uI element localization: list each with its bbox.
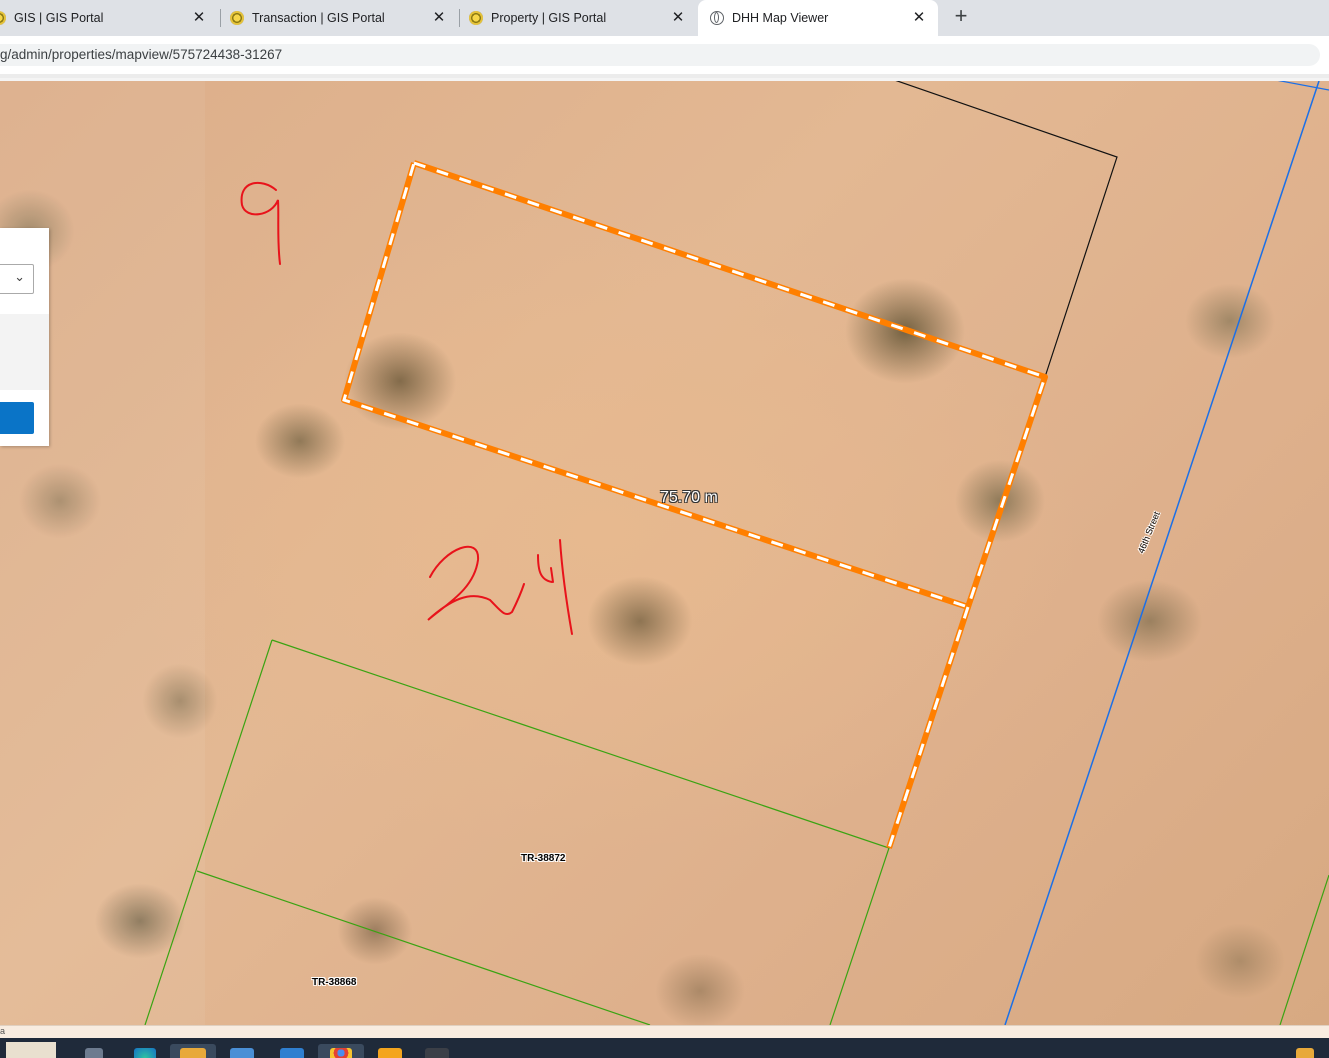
- file-explorer-icon[interactable]: [180, 1048, 206, 1058]
- task-view-icon[interactable]: [85, 1048, 103, 1058]
- apply-button[interactable]: [0, 402, 34, 434]
- parcel-boundary: [1279, 874, 1329, 1025]
- portal-logo-icon: [469, 11, 483, 25]
- parcel-label[interactable]: TR-38868: [312, 977, 356, 988]
- portal-logo-icon: [230, 11, 244, 25]
- annotation-twenty-four: [427, 545, 525, 621]
- portal-logo-icon: [0, 11, 6, 25]
- annotation-twenty-four: [537, 539, 573, 635]
- close-icon[interactable]: ✕: [910, 9, 928, 27]
- tab-dhh-map-viewer[interactable]: DHH Map Viewer ✕: [698, 0, 938, 36]
- parcel-boundary: [144, 639, 273, 1025]
- mail-icon[interactable]: [280, 1048, 304, 1058]
- globe-icon: [710, 11, 724, 25]
- tab-title: Transaction | GIS Portal: [252, 11, 385, 25]
- close-icon[interactable]: ✕: [190, 9, 208, 27]
- measurement-label: 75.70 m: [660, 489, 718, 506]
- tab-property[interactable]: Property | GIS Portal ✕: [469, 0, 697, 36]
- tab-title: DHH Map Viewer: [732, 11, 829, 25]
- firefox-icon[interactable]: [378, 1048, 402, 1058]
- street-line: [1004, 81, 1320, 1025]
- side-panel: ⌄: [0, 228, 49, 446]
- tab-title: Property | GIS Portal: [491, 11, 607, 25]
- parcel-boundary: [271, 639, 890, 1025]
- attribution-text: a: [0, 1026, 6, 1036]
- taskbar-thumbnail-icon[interactable]: [6, 1042, 56, 1058]
- layer-dropdown[interactable]: ⌄: [0, 264, 34, 294]
- annotation-nine: [240, 182, 281, 265]
- tab-divider: [459, 9, 460, 27]
- url-field[interactable]: g/admin/properties/mapview/575724438-312…: [0, 44, 1320, 66]
- street-line: [1277, 81, 1329, 91]
- map-attribution-bar: a: [0, 1025, 1329, 1039]
- close-icon[interactable]: ✕: [669, 9, 687, 27]
- chrome-icon[interactable]: [330, 1048, 352, 1058]
- edge-browser-icon[interactable]: [134, 1048, 156, 1058]
- tab-divider: [220, 9, 221, 27]
- tab-gis-portal[interactable]: GIS | GIS Portal ✕: [0, 0, 218, 36]
- tab-bar: GIS | GIS Portal ✕ Transaction | GIS Por…: [0, 0, 1329, 36]
- chevron-down-icon: ⌄: [14, 269, 25, 284]
- tab-title: GIS | GIS Portal: [14, 11, 104, 25]
- new-tab-button[interactable]: +: [949, 4, 973, 28]
- map-overlay: [144, 81, 1329, 1025]
- notification-icon[interactable]: [1296, 1048, 1314, 1058]
- parcel-label[interactable]: TR-38872: [521, 853, 565, 864]
- panel-section: [0, 314, 49, 390]
- taskbar: [0, 1038, 1329, 1058]
- close-icon[interactable]: ✕: [430, 9, 448, 27]
- tab-transaction[interactable]: Transaction | GIS Portal ✕: [230, 0, 458, 36]
- parcel-boundary: [196, 870, 651, 1025]
- map-canvas[interactable]: 75.70 m TR-38872 TR-38868 46th Street ⌄: [0, 81, 1329, 1025]
- app-icon[interactable]: [425, 1048, 449, 1058]
- store-icon[interactable]: [230, 1048, 254, 1058]
- address-bar: g/admin/properties/mapview/575724438-312…: [0, 36, 1329, 74]
